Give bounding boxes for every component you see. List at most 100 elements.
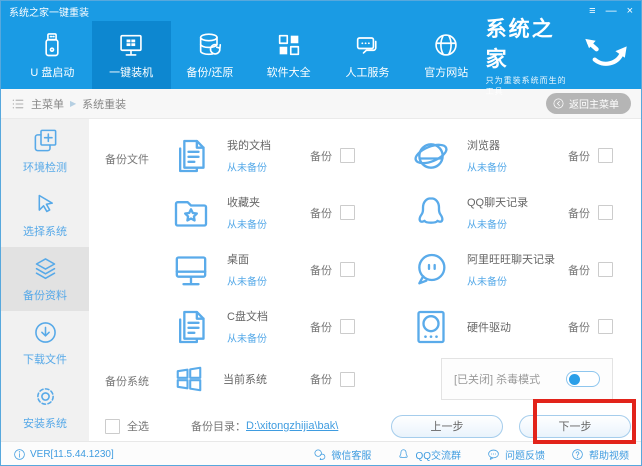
nav-label: 软件大全 xyxy=(266,66,311,79)
antivirus-mode-box: [已关闭] 杀毒模式 xyxy=(441,358,613,400)
close-icon[interactable]: × xyxy=(627,5,633,17)
nav-label: 官方网站 xyxy=(424,66,469,79)
breadcrumb-main-menu[interactable]: 主菜单 xyxy=(31,96,64,112)
item-status: 从未备份 xyxy=(227,163,267,174)
item-title: 浏览器 xyxy=(467,140,500,152)
backup-checkbox[interactable] xyxy=(598,205,613,220)
minimize-icon[interactable]: — xyxy=(606,5,617,17)
backup-item-c-drive-docs: C盘文档从未备份 备份 xyxy=(161,298,401,355)
browser-ie-icon xyxy=(411,136,451,176)
sidebar: 环境检测 选择系统 备份资料 下载文件 安装系统 xyxy=(1,119,89,441)
download-icon xyxy=(34,322,56,343)
feedback-bubble-icon xyxy=(488,449,499,460)
qq-group-link[interactable]: QQ交流群 xyxy=(397,447,461,462)
brand-swoosh-icon xyxy=(583,37,629,74)
backup-checkbox[interactable] xyxy=(340,371,355,387)
chat-bubble-icon xyxy=(411,250,451,290)
item-title: 我的文档 xyxy=(227,140,271,152)
list-icon xyxy=(12,99,24,108)
backup-system-section: 备份系统 当前系统 备份 [已关闭] 杀毒模式 xyxy=(89,357,641,401)
nav-item-software[interactable]: 软件大全 xyxy=(249,21,328,89)
folder-star-icon xyxy=(171,193,211,233)
hardware-drive-icon xyxy=(411,307,451,347)
item-title: 阿里旺旺聊天记录 xyxy=(467,254,555,266)
nav-item-support[interactable]: 人工服务 xyxy=(328,21,407,89)
select-all-checkbox[interactable] xyxy=(105,418,120,434)
backup-item-desktop: 桌面 从未备份 备份 xyxy=(161,241,401,298)
breadcrumb-separator-icon: ▶ xyxy=(70,99,77,108)
nav-item-one-click-install[interactable]: 一键装机 xyxy=(91,21,171,89)
gear-icon xyxy=(36,388,54,405)
usb-drive-icon xyxy=(45,32,60,56)
nav-item-website[interactable]: 官方网站 xyxy=(407,21,486,89)
info-icon xyxy=(14,449,25,460)
back-button-label: 返回主菜单 xyxy=(569,100,619,111)
brand-title: 系统之家 xyxy=(485,18,555,71)
backup-checkbox[interactable] xyxy=(340,205,355,220)
wechat-support-link[interactable]: 微信客服 xyxy=(313,447,371,462)
item-status: 从未备份 xyxy=(467,163,507,174)
backup-checkbox[interactable] xyxy=(598,148,613,163)
backup-checkbox-label: 备份 xyxy=(568,207,590,220)
item-status: 从未备份 xyxy=(227,334,267,345)
item-title: C盘文档 xyxy=(227,311,268,323)
documents-icon xyxy=(171,307,211,347)
item-title: 硬件驱动 xyxy=(467,321,511,334)
sidebar-item-backup-data[interactable]: 备份资料 xyxy=(1,247,89,311)
backup-checkbox[interactable] xyxy=(340,148,355,163)
layers-icon xyxy=(35,258,55,280)
qq-icon xyxy=(399,449,409,459)
nav-item-usb-boot[interactable]: U 盘启动 xyxy=(13,21,92,89)
backup-system-label: 备份系统 xyxy=(105,376,149,388)
qq-penguin-icon xyxy=(411,193,451,233)
nav-item-backup-restore[interactable]: 备份/还原 xyxy=(171,21,250,89)
brand-tagline: 只为重装系统而生的工具 xyxy=(485,76,567,96)
statusbar-link-label: 问题反馈 xyxy=(505,451,545,462)
backup-dir-link[interactable]: D:\xitongzhijia\bak\ xyxy=(246,420,338,432)
backup-checkbox-label: 备份 xyxy=(310,150,332,163)
antivirus-cell: [已关闭] 杀毒模式 xyxy=(401,357,641,401)
wechat-icon xyxy=(314,449,326,461)
help-icon xyxy=(572,449,583,460)
help-videos-link[interactable]: 帮助视频 xyxy=(571,447,629,462)
prev-step-button[interactable]: 上一步 xyxy=(391,414,503,438)
documents-icon xyxy=(171,136,211,176)
sidebar-item-download-files[interactable]: 下载文件 xyxy=(1,311,89,375)
sidebar-item-select-system[interactable]: 选择系统 xyxy=(1,183,89,247)
version-info: VER[11.5.44.1230] xyxy=(13,448,114,461)
backup-files-label: 备份文件 xyxy=(105,154,149,166)
backup-checkbox-label: 备份 xyxy=(310,374,332,386)
sidebar-item-env-check[interactable]: 环境检测 xyxy=(1,119,89,183)
nav-label: 一键装机 xyxy=(109,66,154,79)
backup-checkbox[interactable] xyxy=(340,319,355,334)
backup-item-hardware-drivers: 硬件驱动 备份 xyxy=(401,298,641,355)
window-title: 系统之家一键重装 xyxy=(9,7,89,19)
backup-checkbox-label: 备份 xyxy=(310,321,332,334)
content-panel: 备份文件 我的文档 从未备份 备份 浏览器 从未备份 备份 收藏夹 从未备份 备… xyxy=(89,119,641,441)
feedback-link[interactable]: 问题反馈 xyxy=(487,447,545,462)
backup-item-current-system: 当前系统 备份 xyxy=(161,357,401,401)
monitor-icon xyxy=(171,250,211,290)
sidebar-item-install-system[interactable]: 安装系统 xyxy=(1,375,89,439)
window-controls: ≡ — × xyxy=(589,5,633,17)
item-status: 从未备份 xyxy=(467,220,507,231)
item-title: 桌面 xyxy=(227,254,249,266)
return-arrow-icon xyxy=(553,98,564,109)
backup-checkbox[interactable] xyxy=(598,319,613,334)
statusbar-link-label: QQ交流群 xyxy=(415,451,461,462)
menu-icon[interactable]: ≡ xyxy=(589,5,595,17)
antivirus-mode-label: [已关闭] 杀毒模式 xyxy=(454,374,541,386)
env-check-icon xyxy=(34,129,56,152)
item-status: 从未备份 xyxy=(467,277,507,288)
nav-label: 人工服务 xyxy=(345,66,390,79)
select-all-label: 全选 xyxy=(127,421,149,433)
next-step-button[interactable]: 下一步 xyxy=(519,414,631,438)
backup-checkbox[interactable] xyxy=(340,262,355,277)
item-status: 从未备份 xyxy=(227,277,267,288)
backup-files-section: 备份文件 我的文档 从未备份 备份 浏览器 从未备份 备份 收藏夹 从未备份 备… xyxy=(89,127,641,355)
backup-checkbox[interactable] xyxy=(598,262,613,277)
database-restore-icon xyxy=(199,32,221,55)
statusbar: VER[11.5.44.1230] 微信客服 QQ交流群 问题反馈 帮助视频 xyxy=(1,441,641,465)
antivirus-toggle[interactable] xyxy=(566,371,600,387)
statusbar-link-label: 微信客服 xyxy=(331,451,372,462)
